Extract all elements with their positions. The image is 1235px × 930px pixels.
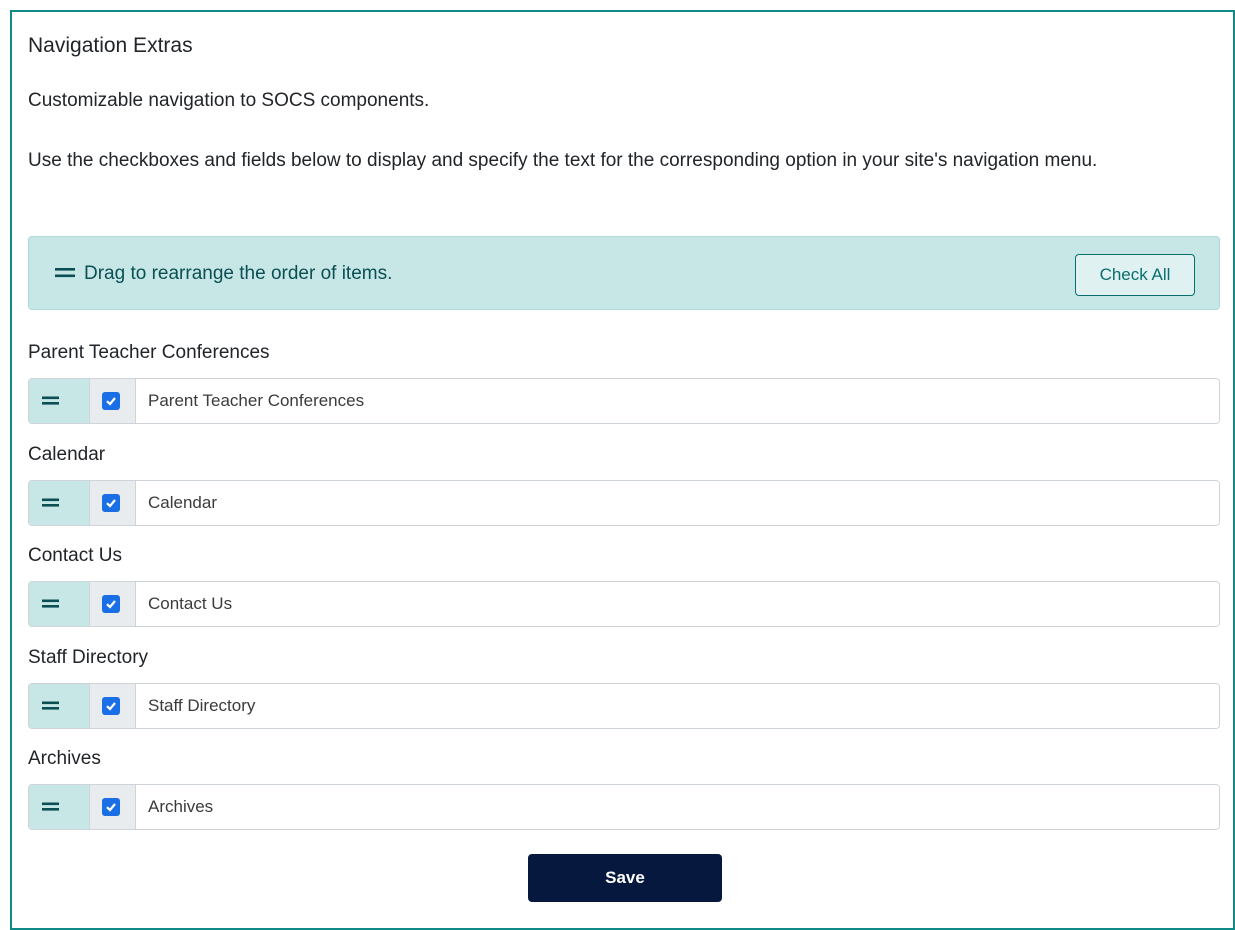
nav-item-row [28, 581, 1220, 627]
item-text-input[interactable] [136, 684, 1219, 728]
drag-info-text: Drag to rearrange the order of items. [84, 263, 393, 284]
item-label: Contact Us [28, 545, 122, 566]
check-all-button[interactable]: Check All [1075, 254, 1195, 296]
nav-item-row [28, 378, 1220, 424]
item-checkbox[interactable] [102, 595, 120, 613]
page-title: Navigation Extras [28, 34, 193, 57]
item-checkbox[interactable] [102, 494, 120, 512]
nav-item-row [28, 480, 1220, 526]
drag-handle[interactable] [29, 582, 90, 626]
checkmark-icon [106, 600, 116, 609]
save-button[interactable]: Save [528, 854, 722, 902]
description-text: Use the checkboxes and fields below to d… [28, 150, 1098, 171]
nav-item-row [28, 784, 1220, 830]
item-checkbox[interactable] [102, 392, 120, 410]
drag-handle-icon [42, 802, 59, 811]
checkmark-icon [106, 397, 116, 406]
item-label: Archives [28, 748, 101, 769]
item-text-input[interactable] [136, 379, 1219, 423]
item-text-input[interactable] [136, 785, 1219, 829]
checkmark-icon [106, 803, 116, 812]
checkmark-icon [106, 702, 116, 711]
checkmark-icon [106, 499, 116, 508]
drag-info-bar: Drag to rearrange the order of items. Ch… [28, 236, 1220, 310]
item-label: Calendar [28, 444, 106, 465]
checkbox-cell [90, 379, 136, 423]
intro-text: Customizable navigation to SOCS componen… [28, 90, 430, 111]
drag-handle[interactable] [29, 684, 90, 728]
drag-handle-icon [55, 268, 75, 278]
nav-item-row [28, 683, 1220, 729]
drag-handle-icon [42, 498, 59, 507]
drag-handle-icon [42, 396, 59, 405]
checkbox-cell [90, 481, 136, 525]
drag-handle[interactable] [29, 481, 90, 525]
checkbox-cell [90, 684, 136, 728]
navigation-extras-panel: Navigation Extras Customizable navigatio… [10, 10, 1235, 930]
checkbox-cell [90, 785, 136, 829]
drag-handle[interactable] [29, 785, 90, 829]
item-checkbox[interactable] [102, 697, 120, 715]
drag-handle-icon [42, 701, 59, 710]
item-text-input[interactable] [136, 582, 1219, 626]
item-text-input[interactable] [136, 481, 1219, 525]
drag-handle-icon [42, 599, 59, 608]
drag-handle[interactable] [29, 379, 90, 423]
item-label: Parent Teacher Conferences [28, 342, 270, 363]
item-checkbox[interactable] [102, 798, 120, 816]
item-label: Staff Directory [28, 647, 149, 668]
checkbox-cell [90, 582, 136, 626]
